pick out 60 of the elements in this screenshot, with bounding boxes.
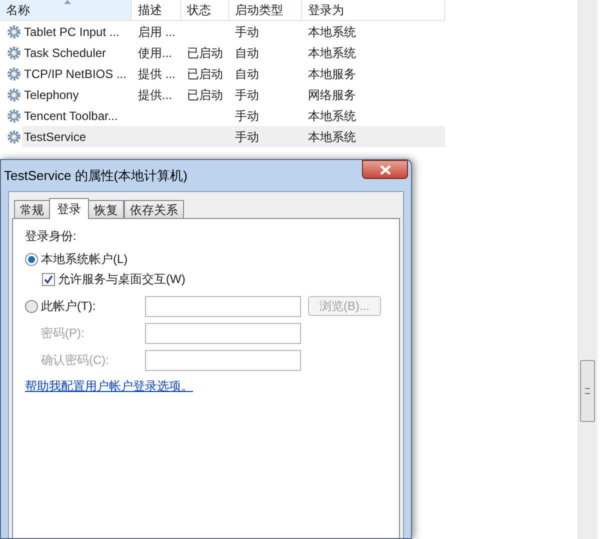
table-cell: Task Scheduler — [24, 46, 106, 60]
gear-icon — [6, 44, 22, 60]
radio-label: 此帐户(T): — [41, 298, 97, 315]
gear-icon — [6, 86, 22, 102]
account-input[interactable] — [145, 296, 301, 316]
help-link[interactable]: 帮助我配置用户帐户登录选项。 — [25, 379, 193, 393]
table-cell: 提供 ... — [138, 66, 176, 80]
table-cell: 本地系统 — [308, 130, 356, 144]
service-row[interactable]: Task Scheduler 使用... 已启动 自动 本地系统 — [22, 42, 445, 63]
table-cell: 自动 — [235, 46, 259, 60]
table-cell: Tablet PC Input ... — [24, 24, 120, 38]
table-cell: 提供... — [138, 88, 172, 102]
table-cell: 自动 — [235, 66, 259, 80]
group-label: 登录身份: — [25, 228, 78, 245]
service-row[interactable]: Tencent Toolbar... 手动 本地系统 — [22, 105, 445, 126]
tab[interactable]: 常规 — [14, 200, 50, 218]
table-cell: 使用... — [138, 46, 172, 60]
service-row[interactable]: Tablet PC Input ... 启用 ... 手动 本地系统 — [22, 21, 445, 42]
password-input[interactable] — [145, 322, 301, 344]
gear-icon — [6, 24, 22, 40]
close-button[interactable] — [362, 160, 408, 179]
checkbox[interactable] — [42, 272, 55, 286]
table-cell: 手动 — [235, 88, 259, 102]
window-title: TestService 的属性(本地计算机) — [4, 166, 188, 185]
gear-icon — [6, 66, 22, 82]
table-cell: 已启动 — [187, 88, 223, 102]
table-cell: 启用 ... — [138, 24, 176, 38]
service-row[interactable]: Telephony 提供... 已启动 手动 网络服务 — [22, 84, 445, 105]
table-cell: 手动 — [235, 130, 259, 144]
service-row[interactable]: TCP/IP NetBIOS ... 提供 ... 已启动 自动 本地服务 — [22, 63, 445, 84]
table-cell: TestService — [24, 130, 86, 144]
confirm-password-label: 确认密码(C): — [41, 352, 110, 369]
tab[interactable]: 依存关系 — [124, 200, 184, 218]
column-header[interactable]: 名称 — [0, 0, 132, 20]
radio-button[interactable] — [25, 252, 38, 266]
table-cell: 网络服务 — [308, 88, 356, 102]
gear-icon — [6, 128, 22, 144]
checkbox-label: 允许服务与桌面交互(W) — [58, 271, 186, 288]
radio-button[interactable] — [25, 300, 38, 312]
gear-icon — [6, 108, 22, 124]
scrollbar-thumb[interactable] — [580, 360, 595, 422]
table-cell: Telephony — [24, 88, 79, 102]
table-cell: 已启动 — [187, 46, 223, 60]
table-cell: 本地系统 — [308, 108, 356, 122]
sort-caret-icon — [64, 0, 71, 4]
selected-row[interactable]: TestService 手动 本地系统 — [22, 126, 445, 147]
table-cell: 本地系统 — [308, 46, 356, 60]
table-cell: 手动 — [235, 108, 259, 122]
table-cell: 本地系统 — [308, 24, 356, 38]
radio-label: 本地系统帐户(L) — [41, 251, 128, 268]
confirm-password-input[interactable] — [145, 350, 301, 370]
table-cell: 本地服务 — [308, 66, 356, 80]
tab[interactable]: 恢复 — [88, 200, 124, 218]
tab[interactable]: 登录 — [49, 198, 89, 219]
table-cell: 已启动 — [187, 66, 223, 80]
password-label: 密码(P): — [41, 325, 86, 342]
table-cell: 手动 — [235, 24, 259, 38]
close-icon — [380, 164, 390, 174]
table-cell: TCP/IP NetBIOS ... — [24, 66, 126, 80]
table-cell: Tencent Toolbar... — [24, 108, 118, 122]
